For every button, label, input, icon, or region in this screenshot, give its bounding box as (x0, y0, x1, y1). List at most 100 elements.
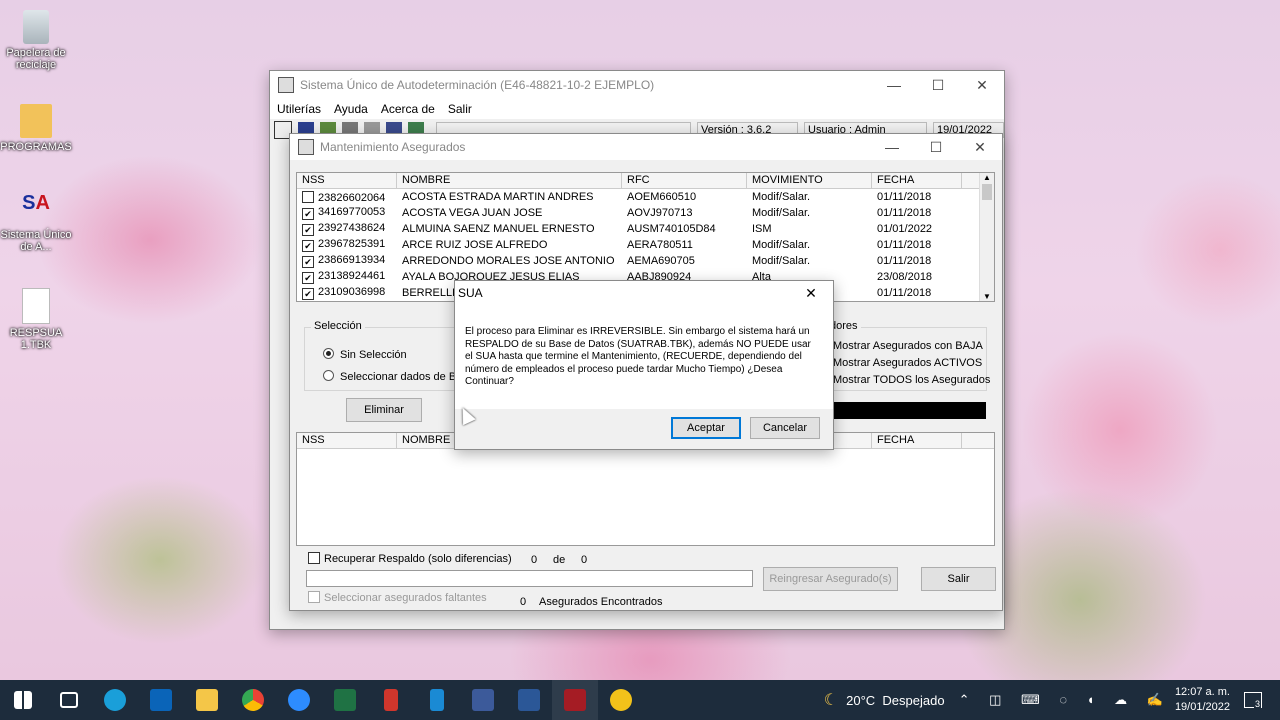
scroll-thumb[interactable] (982, 184, 992, 200)
radio-sin-seleccion[interactable]: Sin Selección (323, 348, 407, 361)
taskbar-edge[interactable] (92, 680, 138, 720)
weather-text[interactable]: 20°C Despejado (846, 693, 944, 708)
maint-window-title: Mantenimiento Asegurados (320, 140, 466, 154)
respaldo-path-input[interactable] (306, 570, 753, 587)
close-icon[interactable]: ✕ (958, 139, 1002, 156)
row-checkbox[interactable]: ✔ (302, 256, 314, 268)
programas-desktop-icon[interactable]: PROGRAMAS (0, 104, 72, 153)
main-titlebar: Sistema Único de Autodeterminación (E46-… (270, 71, 1004, 99)
mostrar-group: dores Mostrar Asegurados con BAJA Mostra… (820, 320, 990, 391)
minimize-icon[interactable]: — (870, 139, 914, 155)
menu-salir[interactable]: Salir (448, 102, 472, 116)
row-checkbox[interactable]: ✔ (302, 208, 314, 220)
taskbar-excel[interactable] (322, 680, 368, 720)
main-window-title: Sistema Único de Autodeterminación (E46-… (300, 78, 655, 92)
sua-desktop-icon[interactable]: SA Sistema Único de A... (0, 192, 72, 253)
row-checkbox[interactable]: ✔ (302, 272, 314, 284)
cell-rfc: AERA780511 (627, 239, 693, 251)
cell-fecha: 01/11/2018 (877, 239, 932, 251)
reingresar-button[interactable]: Reingresar Asegurado(s) (763, 567, 898, 591)
respsua-desktop-icon[interactable]: RESPSUA 1.TBK (0, 288, 72, 351)
scroll-up-icon[interactable]: ▲ (980, 173, 994, 182)
row-checkbox[interactable]: ✔ (302, 240, 314, 252)
checkbox-icon[interactable] (308, 591, 320, 603)
col-movimiento[interactable]: MOVIMIENTO (747, 173, 872, 188)
table-row[interactable]: ✔ 23927438624 ALMUINA SAENZ MANUEL ERNESTO… (297, 221, 994, 237)
menu-ayuda[interactable]: Ayuda (334, 102, 368, 116)
sua-logo-icon (610, 689, 632, 711)
taskview-button[interactable] (46, 680, 92, 720)
taskview-icon (60, 692, 78, 708)
sua-logo-icon: SA (22, 192, 50, 214)
minimize-icon[interactable]: — (872, 77, 916, 93)
col-fecha[interactable]: FECHA (872, 433, 962, 448)
col-nss[interactable]: NSS (297, 173, 397, 188)
taskbar-app[interactable] (460, 680, 506, 720)
row-checkbox[interactable] (302, 190, 314, 203)
cell-nombre: ACOSTA VEGA JUAN JOSE (402, 207, 543, 219)
taskbar-sua[interactable] (598, 680, 644, 720)
confirm-dialog: SUA ✕ El proceso para Eliminar es IRREVE… (454, 280, 834, 450)
seleccion-legend: Selección (311, 320, 365, 332)
taskbar-app[interactable] (552, 680, 598, 720)
tray-icons[interactable]: ⌃ ◫ ⌨ ◌ ◖ ☁ ✍ (959, 692, 1171, 708)
row-checkbox[interactable]: ✔ (302, 288, 314, 300)
faltantes-checkbox[interactable]: Seleccionar asegurados faltantes (308, 591, 487, 604)
folder-icon (196, 689, 218, 711)
cell-text: 23967825391 (318, 238, 386, 250)
cell-nombre: ALMUINA SAENZ MANUEL ERNESTO (402, 223, 595, 235)
maximize-icon[interactable]: ☐ (914, 139, 958, 156)
cancelar-button[interactable]: Cancelar (750, 417, 820, 439)
dialog-body: El proceso para Eliminar es IRREVERSIBLE… (455, 305, 833, 409)
taskbar-outlook[interactable] (138, 680, 184, 720)
checkbox-label: Seleccionar asegurados faltantes (324, 592, 487, 604)
close-icon[interactable]: ✕ (789, 285, 833, 302)
table-row[interactable]: ✔ 23866913934 ARREDONDO MORALES JOSE ANTON… (297, 253, 994, 269)
clock-time: 12:07 a. m. (1174, 686, 1230, 698)
cell-rfc: AEMA690705 (627, 255, 695, 267)
col-fecha[interactable]: FECHA (872, 173, 962, 188)
menu-utilerias[interactable]: Utilerías (277, 102, 321, 116)
checkbox-icon[interactable] (308, 552, 320, 564)
close-icon[interactable]: ✕ (960, 77, 1004, 94)
aceptar-button[interactable]: Aceptar (671, 417, 741, 439)
salir-button[interactable]: Salir (921, 567, 996, 591)
app-icon (564, 689, 586, 711)
col-nombre[interactable]: NOMBRE (397, 173, 622, 188)
taskbar-app[interactable] (414, 680, 460, 720)
cell-nombre: ACOSTA ESTRADA MARTIN ANDRES (402, 191, 594, 203)
taskbar-word[interactable] (506, 680, 552, 720)
radio-label: Sin Selección (340, 349, 407, 361)
radio-mostrar-todos[interactable]: Mostrar TODOS los Asegurados (833, 374, 990, 386)
menu-acerca-de[interactable]: Acerca de (381, 102, 435, 116)
clock[interactable]: 12:07 a. m. 19/01/2022 (1175, 685, 1230, 715)
col-nss[interactable]: NSS (297, 433, 397, 448)
start-button[interactable] (0, 680, 46, 720)
taskbar-explorer[interactable] (184, 680, 230, 720)
eliminar-button[interactable]: Eliminar (346, 398, 422, 422)
table-row[interactable]: ✔ 23967825391 ARCE RUIZ JOSE ALFREDO AERA78… (297, 237, 994, 253)
taskbar: ☾ 20°C Despejado ⌃ ◫ ⌨ ◌ ◖ ☁ ✍ 12:07 a. … (0, 680, 1280, 720)
radio-off-icon[interactable] (323, 370, 334, 381)
taskbar-chrome[interactable] (230, 680, 276, 720)
radio-seleccionar-baja[interactable]: Seleccionar dados de BAJ (323, 370, 469, 383)
taskbar-zoom[interactable] (276, 680, 322, 720)
radio-on-icon[interactable] (323, 348, 334, 359)
maximize-icon[interactable]: ☐ (916, 77, 960, 94)
table-row[interactable]: 23826602064 ACOSTA ESTRADA MARTIN ANDRES A… (297, 189, 994, 205)
recycle-bin-desktop-icon[interactable]: Papelera de reciclaje (0, 10, 72, 71)
radio-mostrar-baja[interactable]: Mostrar Asegurados con BAJA (833, 340, 983, 352)
notification-button[interactable]: 3 (1244, 692, 1272, 709)
radio-mostrar-activos[interactable]: Mostrar Asegurados ACTIVOS (833, 357, 982, 369)
de-label: de (553, 554, 566, 566)
recuperar-checkbox[interactable]: Recuperar Respaldo (solo diferencias) (308, 552, 512, 565)
vertical-scrollbar[interactable]: ▲ ▼ (979, 173, 994, 301)
cell-mov: ISM (752, 223, 772, 235)
table-row[interactable]: ✔ 34169770053 ACOSTA VEGA JUAN JOSE AOVJ970… (297, 205, 994, 221)
cell-text: 34169770053 (318, 206, 386, 218)
scroll-down-icon[interactable]: ▼ (980, 292, 994, 301)
edge-icon (104, 689, 126, 711)
taskbar-app[interactable] (368, 680, 414, 720)
row-checkbox[interactable]: ✔ (302, 224, 314, 236)
col-rfc[interactable]: RFC (622, 173, 747, 188)
